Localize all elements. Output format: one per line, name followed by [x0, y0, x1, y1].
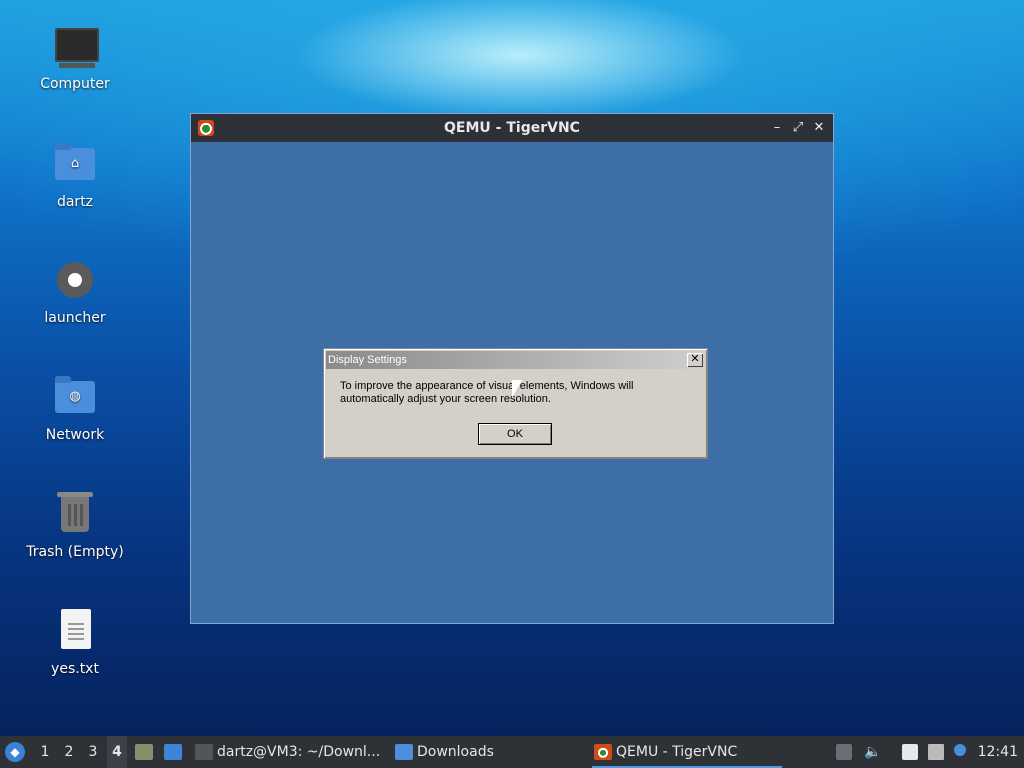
ok-button[interactable]: OK	[478, 423, 552, 445]
desktop-icon-yes-txt[interactable]: yes.txt	[20, 607, 130, 677]
desktop-icon-label: Trash (Empty)	[26, 544, 124, 560]
desktop-icon-label: Network	[45, 427, 105, 443]
taskbar: ◆ 1 2 3 4 dartz@VM3: ~/Downl... Download…	[0, 736, 1024, 768]
desktop-icon-label: launcher	[44, 310, 106, 326]
network-folder-icon: ◍	[51, 373, 99, 421]
desktop-icon-home-folder[interactable]: ⌂ dartz	[20, 140, 130, 210]
minimize-button[interactable]: –	[767, 114, 787, 142]
network-icon[interactable]	[928, 744, 944, 760]
desktop-icon-network[interactable]: ◍ Network	[20, 373, 130, 443]
tigervnc-icon	[594, 744, 612, 760]
workspace-4[interactable]: 4	[107, 736, 127, 768]
folder-icon	[395, 744, 413, 760]
window-title: QEMU - TigerVNC	[444, 120, 580, 136]
task-qemu-tigervnc[interactable]: QEMU - TigerVNC	[592, 736, 782, 768]
desktop-icon-label: Computer	[40, 76, 110, 92]
workspace-3[interactable]: 3	[83, 736, 103, 768]
home-folder-icon: ⌂	[51, 140, 99, 188]
desktop-icon-trash[interactable]: Trash (Empty)	[20, 490, 130, 560]
task-label: QEMU - TigerVNC	[616, 744, 738, 760]
volume-icon[interactable]: 🔈	[864, 744, 881, 760]
display-settings-dialog: Display Settings ✕ To improve the appear…	[323, 348, 708, 459]
dialog-titlebar[interactable]: Display Settings ✕	[326, 351, 705, 369]
gear-icon	[51, 256, 99, 304]
clock[interactable]: 12:41	[978, 736, 1018, 768]
close-button[interactable]: ✕	[809, 114, 829, 142]
start-menu-icon[interactable]: ◆	[5, 742, 25, 762]
workspace-2[interactable]: 2	[59, 736, 79, 768]
terminal-icon	[195, 744, 213, 760]
task-terminal[interactable]: dartz@VM3: ~/Downl...	[193, 736, 412, 768]
tray-expand-icon[interactable]	[836, 744, 852, 760]
desktop-icon-label: dartz	[56, 194, 94, 210]
workspace-1[interactable]: 1	[35, 736, 55, 768]
maximize-button[interactable]: ⤢	[788, 114, 808, 142]
desktop-icon-computer[interactable]: Computer	[20, 22, 130, 92]
notification-icon[interactable]	[954, 744, 966, 756]
desktop-icon-label: yes.txt	[51, 661, 99, 677]
clipboard-icon[interactable]	[902, 744, 918, 760]
mouse-pointer-icon	[512, 380, 522, 398]
task-label: Downloads	[417, 744, 494, 760]
dialog-close-button[interactable]: ✕	[687, 353, 703, 367]
task-label: dartz@VM3: ~/Downl...	[217, 744, 381, 760]
dialog-title: Display Settings	[328, 354, 407, 366]
computer-icon	[51, 22, 99, 70]
show-desktop-icon[interactable]	[164, 744, 182, 760]
file-manager-launcher-icon[interactable]	[135, 744, 153, 760]
text-file-icon	[51, 607, 99, 655]
trash-icon	[51, 490, 99, 538]
window-titlebar[interactable]: QEMU - TigerVNC – ⤢ ✕	[191, 114, 833, 142]
task-downloads[interactable]: Downloads	[393, 736, 607, 768]
desktop-icon-launcher[interactable]: launcher	[20, 256, 130, 326]
